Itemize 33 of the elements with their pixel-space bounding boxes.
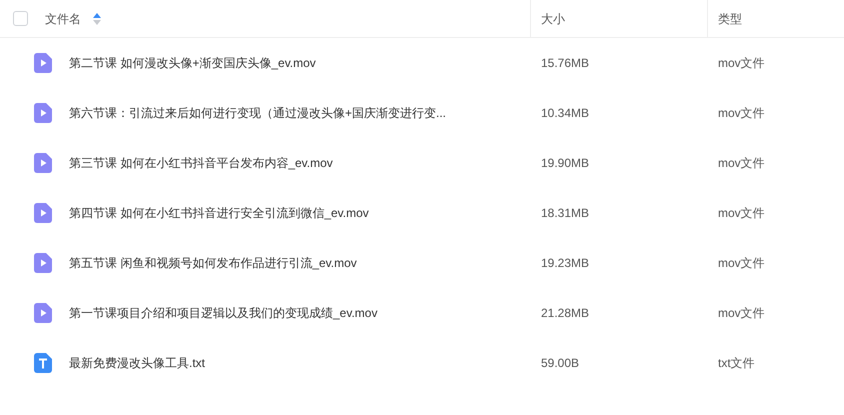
file-size: 19.23MB: [541, 256, 590, 270]
video-file-icon: [34, 303, 52, 323]
file-type: mov文件: [718, 56, 765, 70]
file-type: mov文件: [718, 156, 765, 170]
file-type: mov文件: [718, 256, 765, 270]
file-type: mov文件: [718, 306, 765, 320]
file-size: 59.00B: [541, 356, 580, 370]
file-size: 10.34MB: [541, 106, 590, 120]
file-size: 21.28MB: [541, 306, 590, 320]
column-header[interactable]: 文件名: [45, 10, 81, 28]
file-name[interactable]: 第三节课 如何在小红书抖音平台发布内容_ev.mov: [69, 154, 333, 172]
file-type: mov文件: [718, 106, 765, 120]
select-all-checkbox[interactable]: [13, 11, 28, 26]
file-type: txt文件: [718, 356, 755, 370]
column-header[interactable]: 类型: [718, 10, 742, 28]
file-type: mov文件: [718, 206, 765, 220]
video-file-icon: [34, 103, 52, 123]
file-size: 18.31MB: [541, 206, 590, 220]
file-size: 15.76MB: [541, 56, 590, 70]
file-name[interactable]: 第六节课：引流过来后如何进行变现（通过漫改头像+国庆渐变进行变...: [69, 104, 446, 122]
file-name[interactable]: 第四节课 如何在小红书抖音进行安全引流到微信_ev.mov: [69, 204, 369, 222]
video-file-icon: [34, 153, 52, 173]
file-name[interactable]: 第一节课项目介绍和项目逻辑以及我们的变现成绩_ev.mov: [69, 304, 378, 322]
sort-icon[interactable]: [93, 12, 101, 24]
file-name[interactable]: 最新免费漫改头像工具.txt: [69, 354, 206, 372]
file-size: 19.90MB: [541, 156, 590, 170]
video-file-icon: [34, 203, 52, 223]
video-file-icon: [34, 53, 52, 73]
file-name[interactable]: 第二节课 如何漫改头像+渐变国庆头像_ev.mov: [69, 54, 316, 72]
text-file-icon: [34, 353, 52, 373]
column-header[interactable]: 大小: [541, 10, 565, 28]
video-file-icon: [34, 253, 52, 273]
file-name[interactable]: 第五节课 闲鱼和视频号如何发布作品进行引流_ev.mov: [69, 254, 357, 272]
